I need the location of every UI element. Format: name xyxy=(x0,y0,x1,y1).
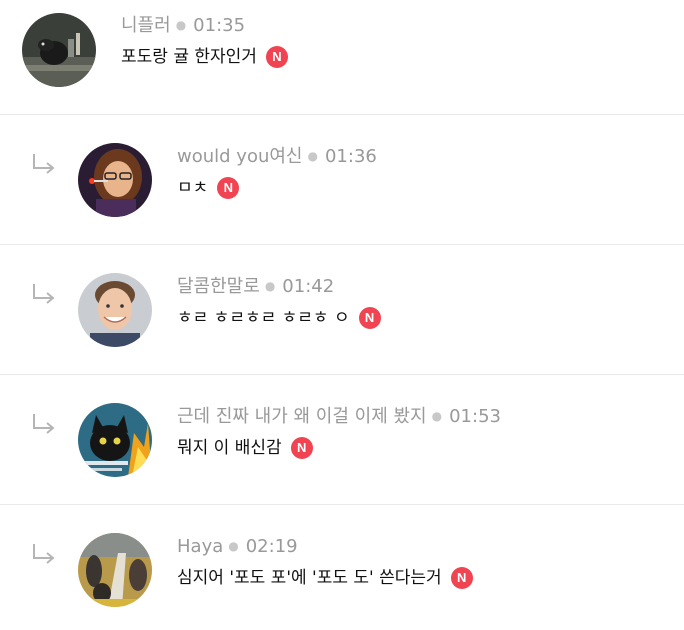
comment-author[interactable]: 니플러 xyxy=(121,15,171,36)
comment-meta: 근데 진짜 내가 왜 이걸 이제 봤지 ● 01:53 xyxy=(177,406,501,429)
cartoon-woman-avatar[interactable] xyxy=(78,143,152,217)
comment-author[interactable]: would you여신 xyxy=(177,146,302,167)
comment-body: 포도랑 귤 한자인거 N xyxy=(121,46,288,68)
separator-dot: ● xyxy=(431,409,443,423)
niffler-avatar[interactable] xyxy=(22,13,96,87)
reply-item: Haya ● 02:19 심지어 '포도 포'에 '포도 도' 쓴다는거 N xyxy=(0,505,684,630)
crowd-photo-avatar[interactable] xyxy=(78,533,152,607)
separator-dot: ● xyxy=(307,149,318,163)
comment-text: 뭐지 이 배신감 xyxy=(177,438,282,458)
separator-dot: ● xyxy=(228,539,239,553)
reply-item: 근데 진짜 내가 왜 이걸 이제 봤지 ● 01:53 뭐지 이 배신감 N xyxy=(0,375,684,505)
comment-author[interactable]: Haya xyxy=(177,536,223,557)
comment-meta: Haya ● 02:19 xyxy=(177,536,298,559)
black-cat-fire-avatar[interactable] xyxy=(78,403,152,477)
comment-text: ㅁㅊ xyxy=(177,178,209,198)
comment-body: 뭐지 이 배신감 N xyxy=(177,437,313,459)
comment-time: 02:19 xyxy=(245,536,298,557)
comment-text: 심지어 '포도 포'에 '포도 도' 쓴다는거 xyxy=(177,568,442,588)
comment-time: 01:42 xyxy=(282,276,335,297)
new-badge: N xyxy=(290,437,313,459)
comment-body: 심지어 '포도 포'에 '포도 도' 쓴다는거 N xyxy=(177,567,473,589)
comment-time: 01:53 xyxy=(449,406,501,427)
separator-dot: ● xyxy=(264,279,276,293)
reply-arrow-icon xyxy=(33,154,55,174)
reply-arrow-icon xyxy=(33,284,55,304)
comment-body: ㅎㄹ ㅎㄹㅎㄹ ㅎㄹㅎ ㅇ N xyxy=(177,307,381,329)
comment-list: 니플러 ● 01:35 포도랑 귤 한자인거 N would you여신 ● 0… xyxy=(0,0,684,630)
comment-text: ㅎㄹ ㅎㄹㅎㄹ ㅎㄹㅎ ㅇ xyxy=(177,308,350,328)
comment-author[interactable]: 근데 진짜 내가 왜 이걸 이제 봤지 xyxy=(177,406,427,427)
new-badge: N xyxy=(265,46,288,68)
smiling-man-avatar[interactable] xyxy=(78,273,152,347)
new-badge: N xyxy=(217,177,240,199)
comment-author[interactable]: 달콤한말로 xyxy=(177,276,260,297)
comment-time: 01:36 xyxy=(324,146,377,167)
new-badge: N xyxy=(450,567,473,589)
comment-time: 01:35 xyxy=(193,15,246,36)
reply-arrow-icon xyxy=(33,544,55,564)
reply-arrow-icon xyxy=(33,414,55,434)
comment-item: 니플러 ● 01:35 포도랑 귤 한자인거 N xyxy=(0,0,684,115)
reply-item: would you여신 ● 01:36 ㅁㅊ N xyxy=(0,115,684,245)
reply-item: 달콤한말로 ● 01:42 ㅎㄹ ㅎㄹㅎㄹ ㅎㄹㅎ ㅇ N xyxy=(0,245,684,375)
comment-meta: would you여신 ● 01:36 xyxy=(177,146,377,169)
new-badge: N xyxy=(358,307,381,329)
comment-body: ㅁㅊ N xyxy=(177,177,240,199)
comment-meta: 니플러 ● 01:35 xyxy=(121,15,245,38)
separator-dot: ● xyxy=(175,18,187,32)
comment-meta: 달콤한말로 ● 01:42 xyxy=(177,276,334,299)
comment-text: 포도랑 귤 한자인거 xyxy=(121,47,257,67)
